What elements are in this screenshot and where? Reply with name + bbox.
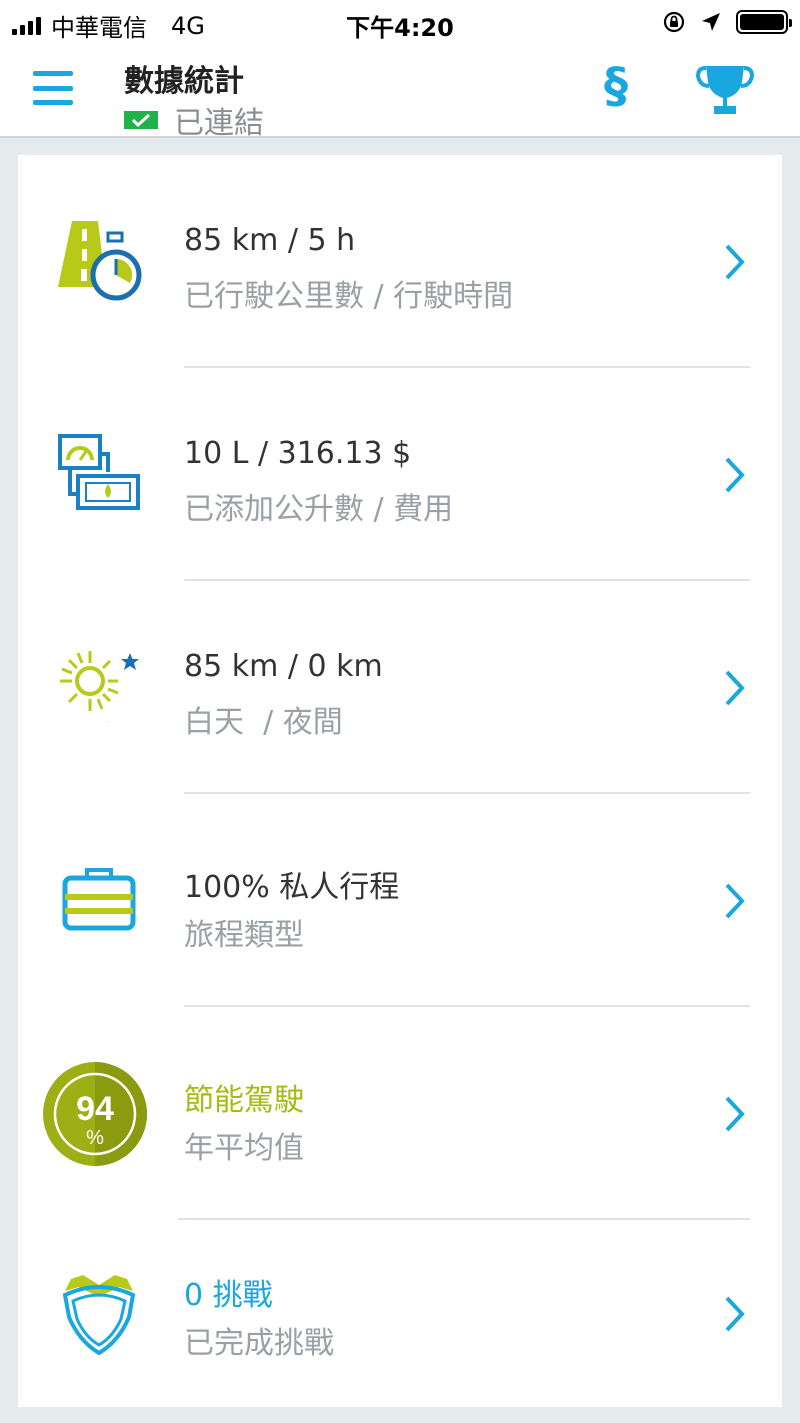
location-arrow-icon bbox=[702, 13, 720, 31]
chevron-right-icon bbox=[725, 1296, 745, 1331]
menu-icon[interactable] bbox=[33, 71, 73, 105]
row-primary-text: 10 L / 316.13 $ bbox=[184, 436, 412, 471]
connection-status-label: 已連結 bbox=[174, 106, 264, 141]
chevron-right-icon bbox=[725, 883, 745, 918]
connection-status: 已連結 bbox=[124, 98, 264, 142]
row-secondary-text: 已完成挑戰 bbox=[184, 1326, 334, 1361]
row-primary-text: 100% 私人行程 bbox=[184, 870, 400, 905]
fuel-gauge-money-icon bbox=[44, 420, 154, 530]
road-stopwatch-icon bbox=[44, 207, 154, 317]
chevron-right-icon bbox=[725, 457, 745, 492]
row-secondary-text: 白天 / 夜間 bbox=[184, 705, 343, 740]
app-header: 數據統計 已連結 § bbox=[0, 46, 800, 141]
chevron-right-icon bbox=[725, 670, 745, 705]
connected-check-icon bbox=[124, 111, 158, 129]
sun-moon-icon bbox=[44, 633, 154, 743]
stat-row-fuel-cost[interactable]: 10 L / 316.13 $ 已添加公升數 / 費用 bbox=[18, 368, 782, 581]
page-title: 數據統計 bbox=[124, 64, 244, 99]
eco-score-badge-icon: 94 % bbox=[40, 1059, 150, 1169]
legal-section-button[interactable]: § bbox=[604, 62, 628, 110]
stat-row-challenges[interactable]: 0 挑戰 已完成挑戰 bbox=[18, 1220, 782, 1407]
stat-row-day-night[interactable]: 85 km / 0 km 白天 / 夜間 bbox=[18, 581, 782, 794]
row-secondary-text: 旅程類型 bbox=[184, 918, 304, 953]
shield-icon bbox=[44, 1259, 154, 1369]
row-primary-text: 85 km / 0 km bbox=[184, 649, 383, 684]
row-secondary-text: 已添加公升數 / 費用 bbox=[184, 492, 454, 527]
eco-score-value: 94 bbox=[76, 1090, 114, 1128]
stats-card: 85 km / 5 h 已行駛公里數 / 行駛時間 10 L / 316.13 … bbox=[18, 155, 782, 1407]
suitcase-icon bbox=[44, 846, 154, 956]
chevron-right-icon bbox=[725, 244, 745, 279]
status-bar: 中華電信 4G 下午4:20 bbox=[0, 0, 800, 46]
stat-row-distance-time[interactable]: 85 km / 5 h 已行駛公里數 / 行駛時間 bbox=[18, 155, 782, 368]
battery-icon bbox=[736, 10, 792, 34]
row-primary-text: 0 挑戰 bbox=[184, 1278, 273, 1313]
stat-row-trip-type[interactable]: 100% 私人行程 旅程類型 bbox=[18, 794, 782, 1007]
status-right bbox=[662, 10, 792, 34]
row-secondary-text: 年平均值 bbox=[184, 1131, 304, 1166]
orientation-lock-icon bbox=[663, 11, 685, 33]
stat-row-eco-driving[interactable]: 94 % 節能駕駛 年平均值 bbox=[18, 1007, 782, 1220]
row-primary-text: 85 km / 5 h bbox=[184, 223, 356, 258]
chevron-right-icon bbox=[725, 1096, 745, 1131]
eco-score-unit: % bbox=[86, 1127, 104, 1149]
trophy-icon[interactable] bbox=[696, 60, 754, 118]
row-primary-text: 節能駕駛 bbox=[184, 1083, 304, 1118]
row-secondary-text: 已行駛公里數 / 行駛時間 bbox=[184, 279, 514, 314]
